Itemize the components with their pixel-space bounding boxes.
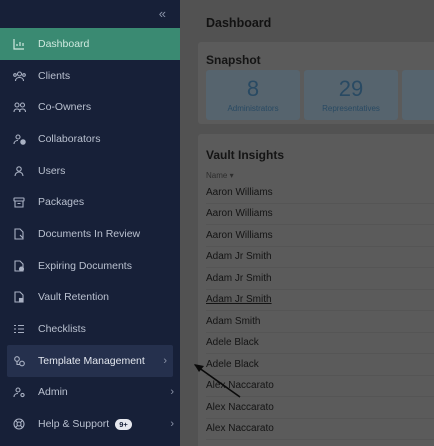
template-icon [12, 354, 26, 368]
vault-insights-title: Vault Insights [206, 148, 285, 162]
sidebar-item-collaborators[interactable]: Collaborators [0, 123, 180, 155]
table-row[interactable]: Adam Smith [206, 311, 434, 333]
stat-administrators[interactable]: 8 Administrators [206, 70, 300, 120]
row-name: Adam Jr Smith [206, 294, 272, 306]
page-title: Dashboard [206, 16, 272, 30]
user-icon [12, 164, 26, 178]
table-row[interactable]: Aaron Williams [206, 225, 434, 247]
stat-value: 29 [338, 76, 364, 101]
snapshot-title: Snapshot [206, 53, 261, 67]
help-icon [12, 417, 26, 431]
table-row[interactable]: Aaron Williams [206, 182, 434, 204]
sidebar-item-expiring-documents[interactable]: Expiring Documents [0, 250, 180, 282]
stat-value: 8 [246, 76, 260, 101]
row-name: Aaron Williams [206, 229, 273, 241]
sidebar-item-label: Template Management [38, 354, 145, 367]
collaborators-icon [12, 132, 26, 146]
stat-representatives[interactable]: 29 Representatives [304, 70, 398, 120]
sidebar-item-label: Co-Owners [38, 101, 92, 114]
chevron-right-icon: › [170, 418, 174, 431]
table-row[interactable]: Adam Jr Smith [206, 247, 434, 268]
sidebar-item-label: Admin [38, 386, 68, 399]
pointer-arrow-icon [194, 364, 241, 398]
notification-badge: 9+ [115, 418, 132, 430]
sidebar-item-clients[interactable]: Clients [0, 60, 180, 92]
users-group-icon [12, 69, 26, 83]
checklist-icon [12, 322, 26, 336]
sidebar-item-dashboard[interactable]: Dashboard [0, 28, 180, 60]
sidebar-item-label: Vault Retention [38, 291, 110, 304]
sidebar-item-label: Collaborators [38, 132, 101, 145]
document-review-icon [12, 227, 26, 241]
sidebar-item-vault-retention[interactable]: Vault Retention [0, 282, 180, 314]
sidebar: « Dashboard Clients Co-Owners Collaborat… [0, 0, 180, 446]
row-name: Adam Smith [206, 315, 261, 327]
collapse-sidebar-icon[interactable]: « [159, 6, 166, 21]
sidebar-nav: Dashboard Clients Co-Owners Collaborator… [0, 28, 180, 440]
sidebar-item-label: Checklists [38, 323, 86, 336]
row-name: Adam Jr Smith [206, 251, 272, 263]
sidebar-item-label: Dashboard [38, 37, 90, 50]
vault-insights-list: Aaron Williams Aaron Williams Aaron Will… [206, 182, 434, 440]
sidebar-item-template-management[interactable]: Template Management › [7, 344, 173, 377]
sidebar-item-admin[interactable]: Admin › [0, 377, 180, 409]
table-row[interactable]: Adele Black [206, 333, 434, 354]
stat-tile-partial[interactable] [402, 70, 434, 120]
sidebar-item-help-support[interactable]: Help & Support 9+ › [0, 408, 180, 440]
row-name: Alex Naccarato [206, 423, 274, 435]
table-row[interactable]: Alex Naccarato [206, 419, 434, 440]
table-row[interactable]: Adam Jr Smith [206, 290, 434, 311]
document-expiring-icon [12, 259, 26, 273]
table-row[interactable]: Adam Jr Smith [206, 268, 434, 290]
chart-icon [12, 37, 26, 51]
stat-label: Representatives [322, 104, 380, 113]
chevron-right-icon: › [163, 354, 167, 367]
chevron-right-icon: › [170, 386, 174, 399]
sidebar-item-checklists[interactable]: Checklists [0, 313, 180, 345]
sidebar-item-label: Expiring Documents [38, 259, 132, 272]
row-name: Aaron Williams [206, 208, 273, 220]
sidebar-item-label: Clients [38, 69, 71, 82]
row-name: Adam Jr Smith [206, 272, 272, 284]
sidebar-item-co-owners[interactable]: Co-Owners [0, 91, 180, 123]
row-name: Alex Naccarato [206, 401, 274, 413]
sidebar-item-label: Packages [38, 196, 85, 209]
admin-icon [12, 385, 26, 399]
sidebar-item-users[interactable]: Users [0, 155, 180, 187]
name-column-header[interactable]: Name ▾ [206, 171, 234, 180]
vault-icon [12, 290, 26, 304]
row-name: Adele Black [206, 337, 259, 349]
co-owners-icon [12, 100, 26, 114]
row-name: Aaron Williams [206, 186, 273, 198]
stat-label: Administrators [227, 104, 279, 113]
package-icon [12, 195, 26, 209]
sidebar-item-label: Users [38, 164, 66, 177]
sidebar-item-label: Documents In Review [38, 227, 141, 240]
sidebar-item-packages[interactable]: Packages [0, 186, 180, 218]
snapshot-card: Snapshot 8 Administrators 29 Representat… [198, 42, 434, 124]
sidebar-item-documents-in-review[interactable]: Documents In Review [0, 218, 180, 250]
sidebar-item-label: Help & Support [38, 418, 110, 431]
table-row[interactable]: Aaron Williams [206, 204, 434, 225]
